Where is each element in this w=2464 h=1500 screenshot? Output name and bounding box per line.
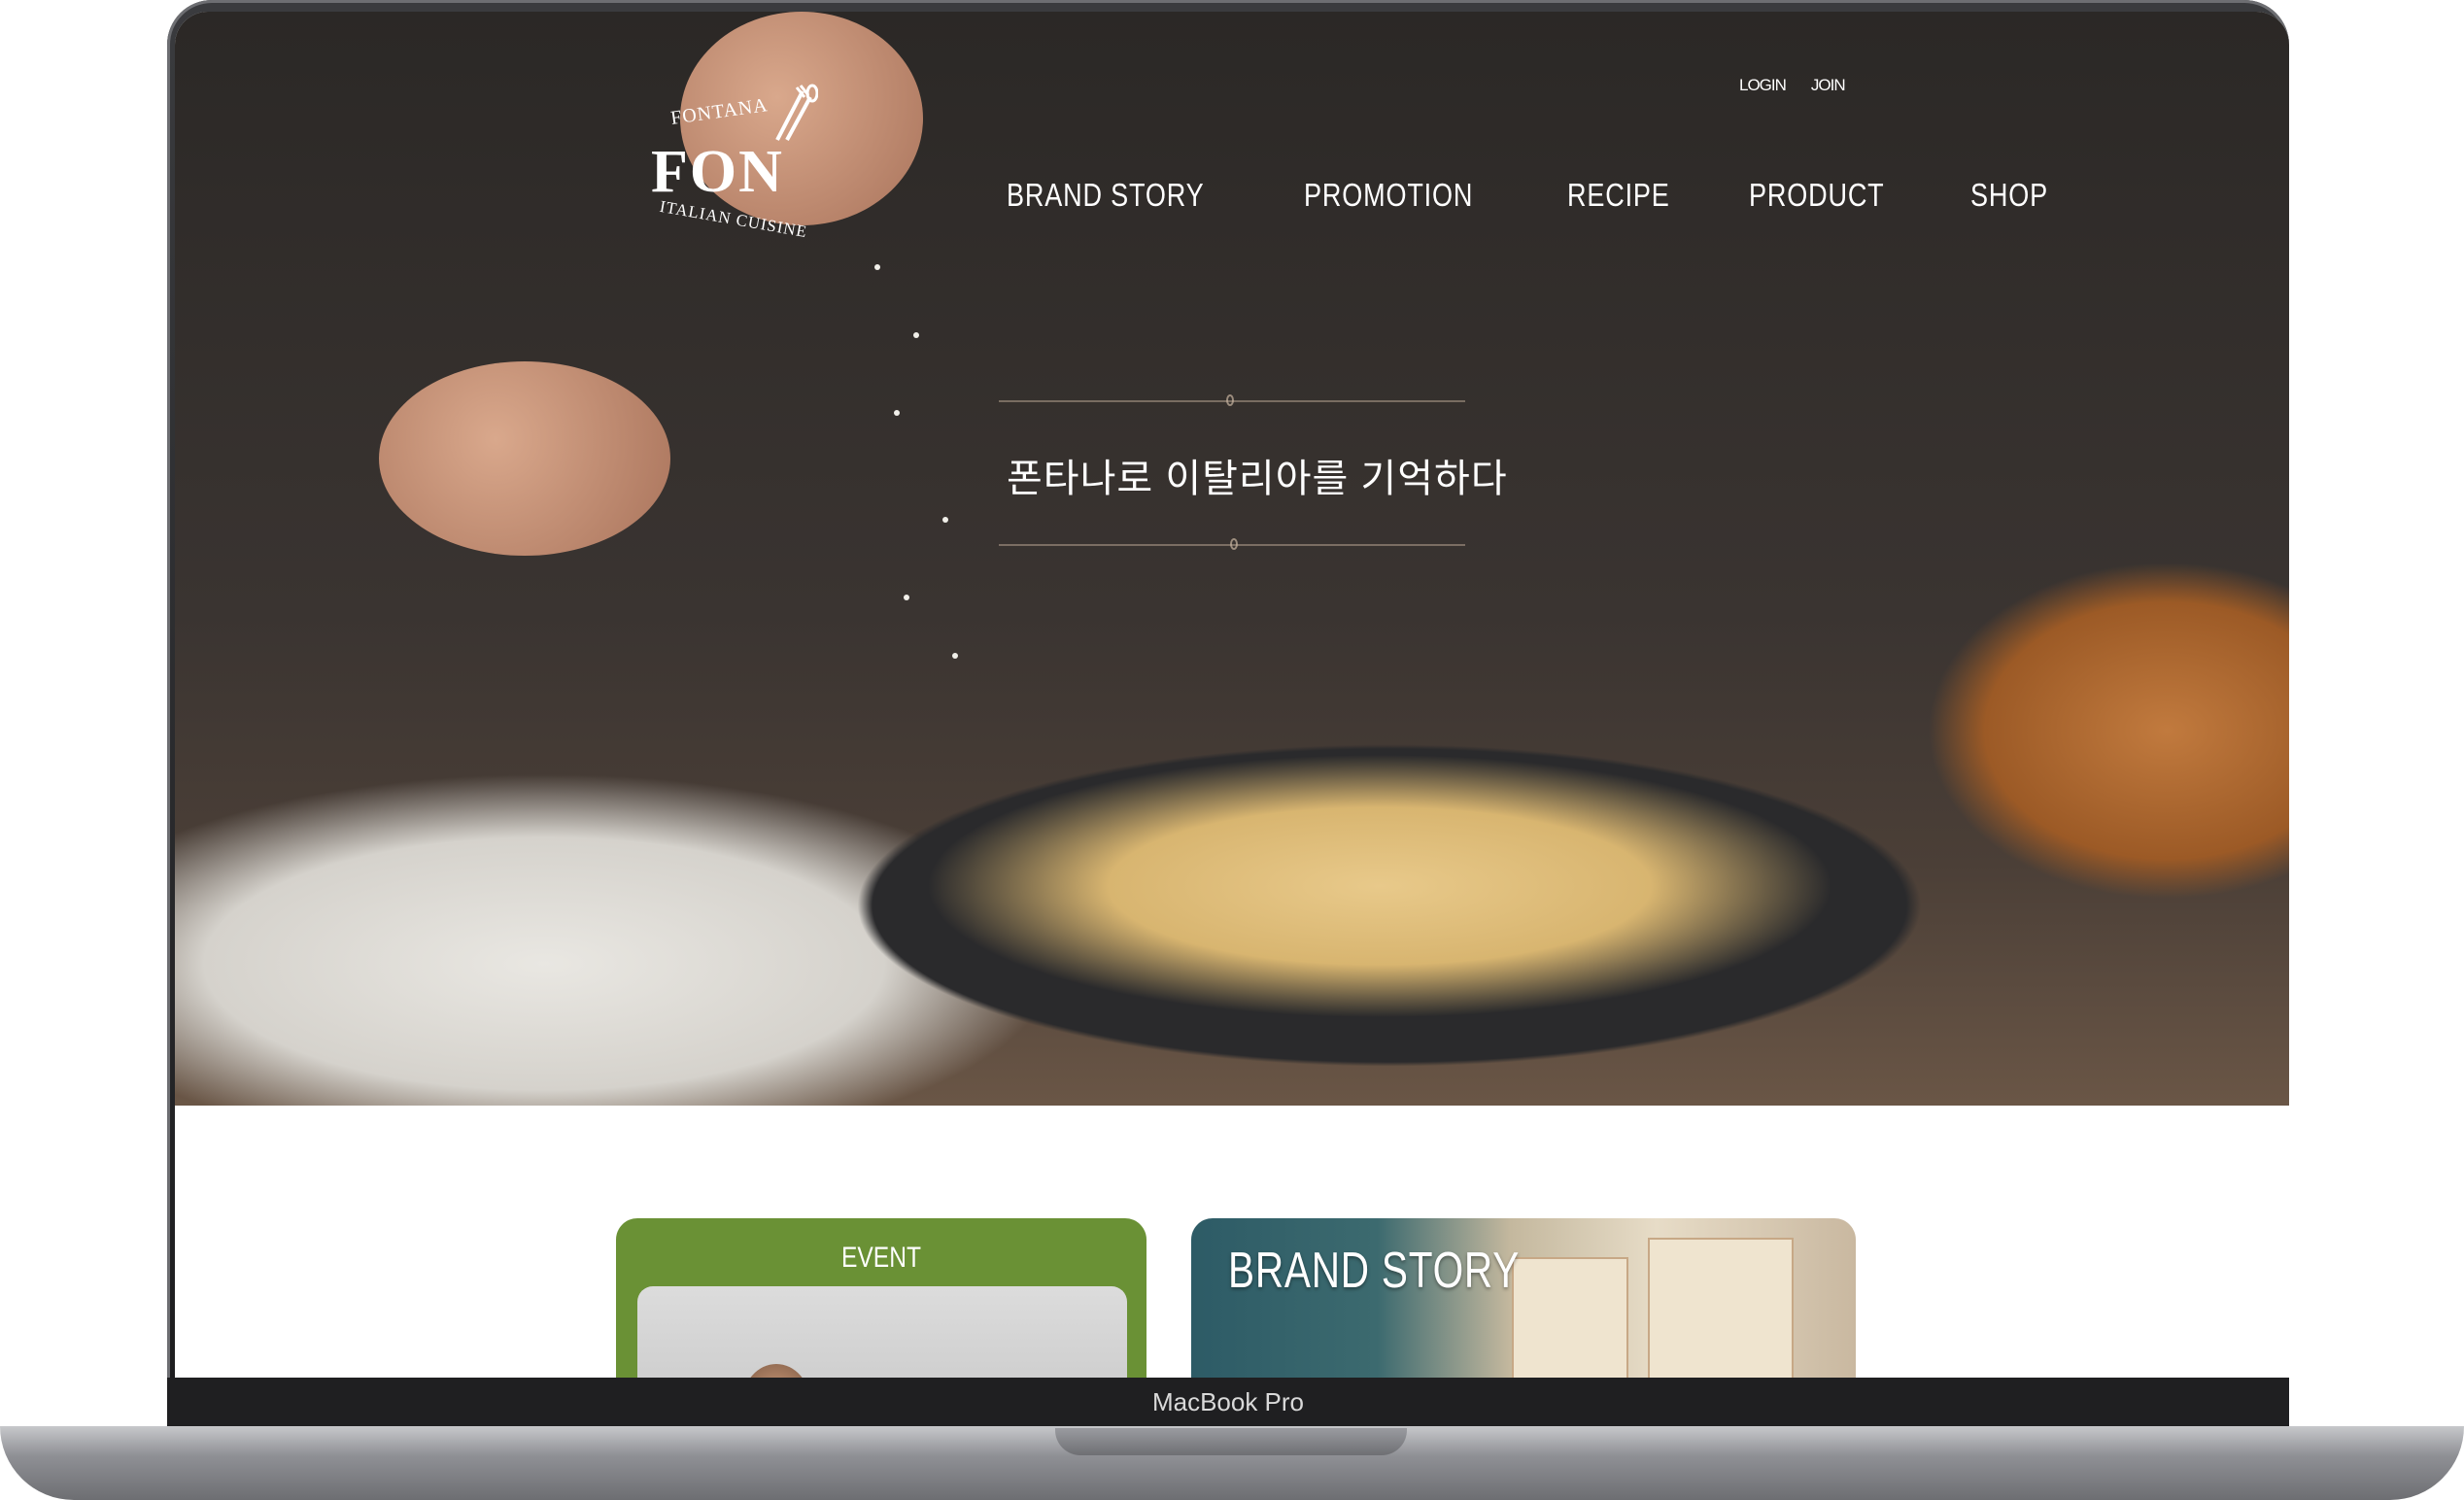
event-card-label: EVENT [840,1242,922,1274]
logo-main-text: FON [651,139,784,205]
divider-ornament [1230,538,1238,550]
hero-tagline: 폰타나로 이탈리아를 기억하다 [1007,458,1508,500]
fork-spoon-icon [775,84,818,141]
nav-promotion[interactable]: PROMOTION [1304,177,1473,214]
event-card[interactable]: EVENT [616,1218,1146,1378]
main-nav: BRAND STORY PROMOTION RECIPE PRODUCT SHO… [1007,177,2065,214]
building-shape [1648,1238,1794,1378]
screen-bezel: MacBook Pro [167,1378,2289,1426]
laptop-notch [1055,1428,1407,1455]
nav-brand-story[interactable]: BRAND STORY [1007,177,1205,214]
join-link[interactable]: JOIN [1811,76,1846,95]
nav-product[interactable]: PRODUCT [1749,177,1885,214]
device-model-label: MacBook Pro [1151,1387,1305,1416]
building-shape [1512,1257,1628,1378]
cheese-sprinkle [874,264,880,270]
cheese-sprinkle [913,332,919,338]
cheese-sprinkle [894,410,900,416]
nav-recipe[interactable]: RECIPE [1567,177,1670,214]
divider-ornament [1226,394,1234,406]
cheese-sprinkle [952,653,958,659]
website-screen: FONTANA FON ITALIAN CUISINE LOGIN JOIN B… [175,12,2289,1378]
utility-links: LOGIN JOIN [1739,76,1846,95]
login-link[interactable]: LOGIN [1739,76,1787,95]
macbook-device: FONTANA FON ITALIAN CUISINE LOGIN JOIN B… [0,0,2464,1500]
cheese-sprinkle [942,517,948,523]
brand-story-card[interactable]: BRAND STORY [1191,1218,1856,1378]
cheese-sprinkle [904,595,909,600]
event-photo [637,1286,1127,1378]
brand-story-card-label: BRAND STORY [1228,1243,1521,1299]
hero-banner: FONTANA FON ITALIAN CUISINE LOGIN JOIN B… [175,12,2289,1106]
event-person-image [742,1364,810,1378]
hero-hand [379,361,670,556]
logo-top-text: FONTANA [668,94,770,129]
brand-logo[interactable]: FONTANA FON ITALIAN CUISINE [651,74,845,258]
nav-shop[interactable]: SHOP [1970,177,2048,214]
